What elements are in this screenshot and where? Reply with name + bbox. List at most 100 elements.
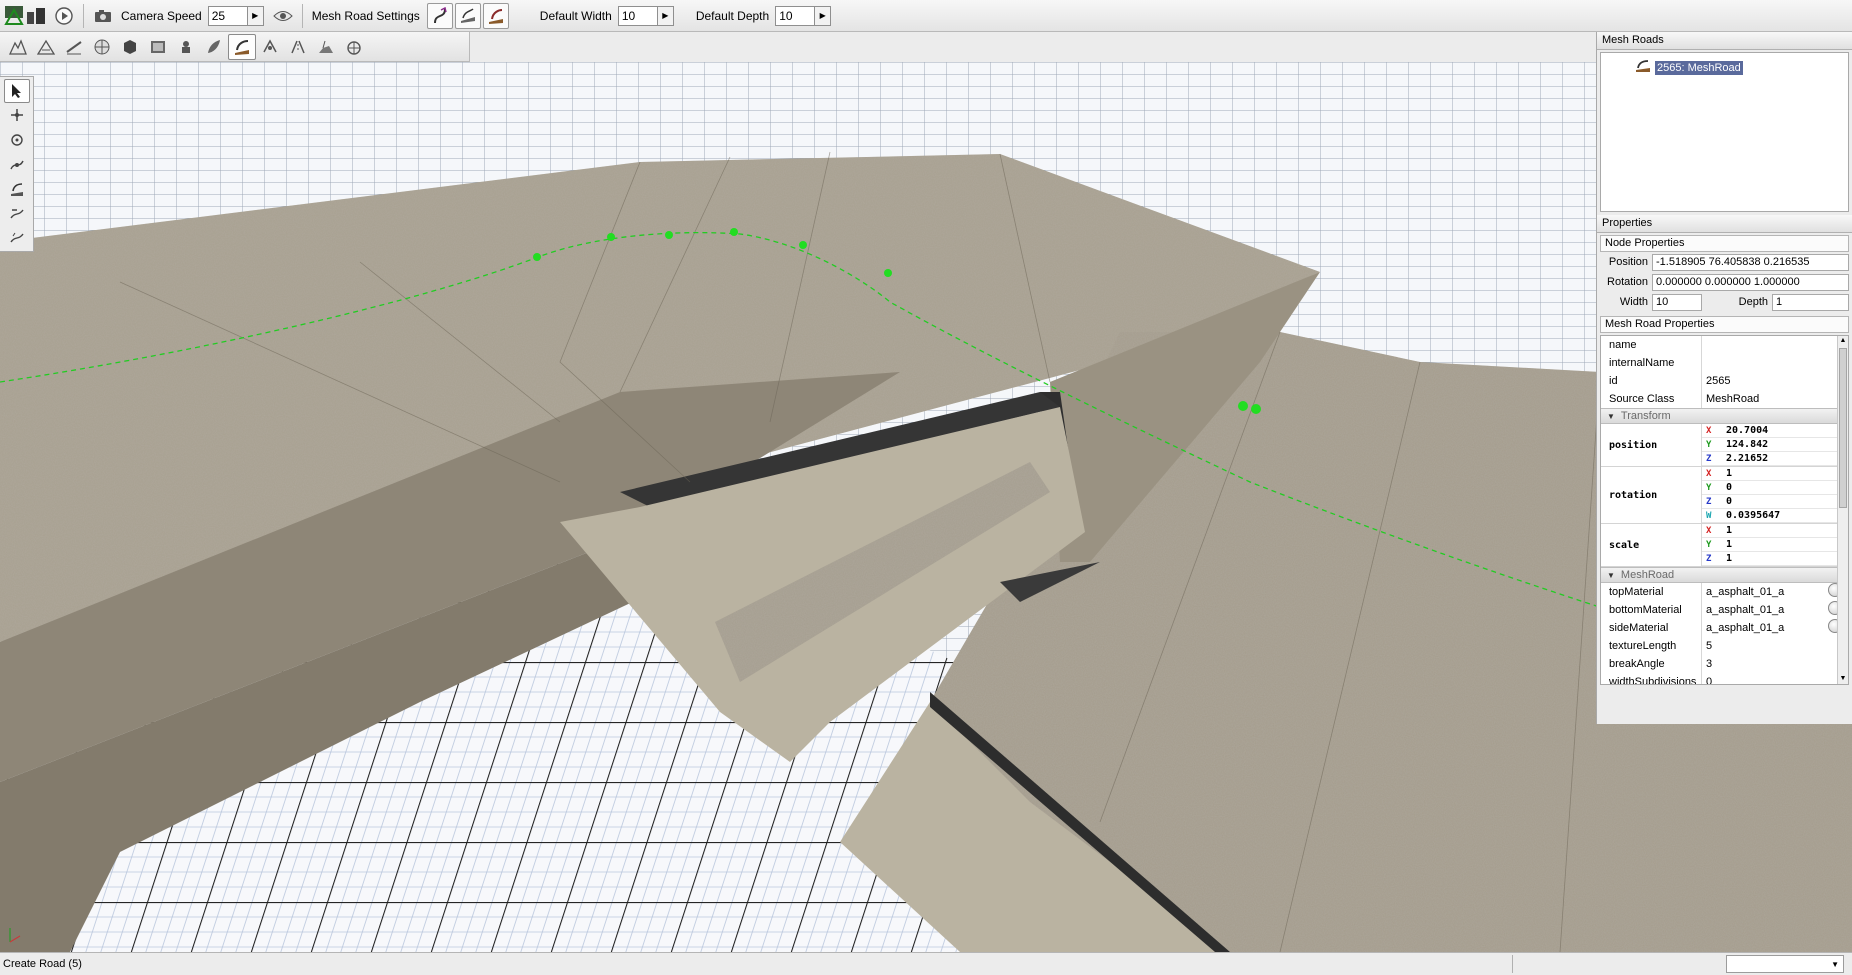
rotation-z-field[interactable]: 0 [1720,496,1732,507]
field-row: topMaterial a_asphalt_01_a [1601,583,1848,601]
camera-speed-stepper[interactable]: 25 ▶ [207,5,264,26]
field-value[interactable]: 5 [1701,637,1848,655]
chevron-right-icon[interactable]: ▶ [247,5,264,26]
field-row: widthSubdivisions 0 [1601,673,1848,685]
split-node-icon[interactable] [4,226,30,250]
default-width-label: Default Width [539,8,612,23]
visibility-eye-icon[interactable] [270,3,296,29]
remove-node-icon[interactable] [4,202,30,226]
node-depth-label: Depth [1738,296,1768,308]
road-icon[interactable] [284,34,312,60]
camera-speed-label: Camera Speed [121,8,202,23]
scale-y-field[interactable]: 1 [1720,539,1732,550]
default-width-value[interactable]: 10 [617,5,658,26]
field-key: bottomMaterial [1609,604,1682,616]
chevron-right-icon[interactable]: ▶ [815,5,832,26]
rotation-y-field[interactable]: 0 [1720,482,1732,493]
transform-group-header[interactable]: ▼ Transform [1601,408,1848,424]
play-icon[interactable] [51,3,77,29]
properties-header: Properties [1597,215,1852,233]
field-value[interactable]: a_asphalt_01_a [1701,601,1848,619]
meshroad-group-header[interactable]: ▼ MeshRoad [1601,567,1848,583]
camera-icon[interactable] [90,3,116,29]
status-combo[interactable]: ▼ [1726,955,1844,973]
river-icon[interactable] [172,34,200,60]
mesh-road-icon[interactable] [228,33,256,60]
field-value[interactable] [1701,336,1848,354]
property-inspector[interactable]: name internalName id 2565 Source Class Mes… [1600,335,1849,685]
rotation-label: rotation [1609,489,1658,501]
field-key: sideMaterial [1609,622,1669,634]
default-depth-label: Default Depth [695,8,770,23]
move-node-icon[interactable] [4,153,30,177]
road-wireframe-icon[interactable] [482,2,509,29]
field-value[interactable]: 0 [1701,673,1848,684]
node-size-row: Width 10 Depth 1 [1600,292,1849,312]
forest-icon[interactable] [200,34,228,60]
chevron-down-icon: ▼ [1831,959,1839,969]
field-value[interactable]: a_asphalt_01_a [1701,583,1848,601]
app-logo-icon[interactable] [1,3,49,29]
tool-palette [0,76,34,252]
mesh-roads-tree[interactable]: 2565: MeshRoad [1600,52,1849,212]
scroll-down-icon[interactable]: ▼ [1838,674,1848,684]
insert-node-icon[interactable] [4,177,30,201]
inspector-scrollbar[interactable]: ▲ ▼ [1837,336,1848,684]
field-value[interactable]: 3 [1701,655,1848,673]
camera-speed-value[interactable]: 25 [207,5,248,26]
road-profile-icon[interactable] [454,2,481,29]
mesh-road-settings-label: Mesh Road Settings [311,8,420,23]
add-node-icon[interactable] [4,104,30,128]
field-key: internalName [1609,357,1675,369]
field-key: topMaterial [1609,586,1664,598]
select-arrow-icon[interactable] [3,79,30,103]
navmesh-icon[interactable] [312,34,340,60]
position-x-field[interactable]: 20.7004 [1720,425,1768,436]
tree-item-meshroad[interactable]: 2565: MeshRoad [1635,59,1743,76]
field-key: textureLength [1609,640,1677,652]
position-y-field[interactable]: 124.842 [1720,439,1768,450]
node-properties-title: Node Properties [1600,235,1849,252]
scroll-up-icon[interactable]: ▲ [1838,336,1848,346]
axis-x-label: X [1706,525,1712,536]
field-value[interactable] [1701,354,1848,372]
terrain-sculpt-icon[interactable] [4,34,32,60]
rotation-w-field[interactable]: 0.0395647 [1720,510,1780,521]
chevron-right-icon[interactable]: ▶ [657,5,674,26]
transform-group-label: Transform [1620,410,1671,422]
node-depth-field[interactable]: 1 [1772,293,1849,311]
field-row: textureLength 5 [1601,637,1848,655]
default-depth-stepper[interactable]: 10 ▶ [775,5,832,26]
field-value[interactable]: MeshRoad [1701,390,1848,408]
particle-icon[interactable] [256,34,284,60]
field-value[interactable]: 2565 [1701,372,1848,390]
rotate-node-icon[interactable] [4,128,30,152]
default-depth-value[interactable]: 10 [775,5,816,26]
node-rotation-label: Rotation [1607,276,1648,288]
position-z-field[interactable]: 2.21652 [1720,453,1768,464]
rotation-x-field[interactable]: 1 [1720,468,1732,479]
node-width-field[interactable]: 10 [1652,293,1702,311]
scale-z-field[interactable]: 1 [1720,553,1732,564]
cube-icon[interactable] [116,34,144,60]
mesh-road-icon [1635,59,1651,76]
node-rotation-field[interactable]: 0.000000 0.000000 1.000000 [1652,273,1849,291]
node-position-field[interactable]: -1.518905 76.405838 0.216535 [1652,253,1849,271]
curve-road-icon[interactable] [426,2,453,29]
axis-y-label: Y [1706,482,1712,493]
field-key: widthSubdivisions [1609,676,1697,685]
terrain-paint-icon[interactable] [32,34,60,60]
scroll-thumb[interactable] [1839,348,1847,508]
decal-icon[interactable] [60,34,88,60]
scene-viewport[interactable] [0,62,1852,952]
default-width-stepper[interactable]: 10 ▶ [617,5,674,26]
field-value[interactable]: a_asphalt_01_a [1701,619,1848,637]
field-row: internalName [1601,354,1848,372]
shape-icon[interactable] [340,34,368,60]
toolbar-divider [83,3,84,28]
image-icon[interactable] [144,34,172,60]
sphere-icon[interactable] [88,34,116,60]
scale-x-field[interactable]: 1 [1720,525,1732,536]
field-row: Source Class MeshRoad [1601,390,1848,408]
status-text: Create Road (5) [3,958,82,970]
